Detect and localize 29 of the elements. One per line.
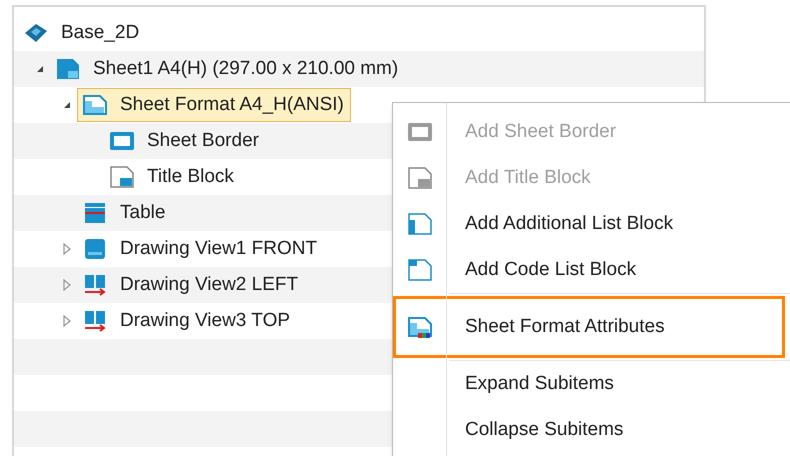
sheet-format-icon [82,93,108,117]
tree-item[interactable]: Sheet Format A4_H(ANSI) [77,88,351,122]
sheet-icon [55,57,81,81]
table-icon [82,201,108,225]
tree-item[interactable]: Sheet Border [104,124,266,158]
menu-item[interactable]: Sheet Format Attributes [393,296,785,358]
title-block-icon [407,166,433,190]
tree-item[interactable]: Table [77,196,172,230]
expand-arrow-icon[interactable] [62,279,72,291]
attributes-icon [407,315,433,339]
menu-item[interactable]: Add Additional List Block [393,201,790,247]
cube-icon [23,22,49,44]
list-block-icon [407,212,433,236]
border-icon [407,121,433,143]
tree-item[interactable]: Base_2D [18,16,146,50]
tree-item[interactable]: Title Block [104,160,241,194]
tree-item[interactable]: Drawing View3 TOP [77,304,298,338]
projection-icon [82,273,108,297]
tree-item[interactable]: Drawing View1 FRONT [77,232,324,266]
code-block-icon [407,258,433,282]
expand-arrow-icon[interactable] [62,243,72,255]
title-block-icon [109,165,135,189]
expand-arrow-icon[interactable] [62,315,72,327]
menu-item[interactable]: Collapse Subitems [393,407,790,453]
menu-item[interactable]: Expand Subitems [393,361,790,407]
menu-item[interactable]: Add Code List Block [393,247,790,293]
view-icon [82,237,108,261]
border-icon [109,130,135,152]
projection-icon [82,309,108,333]
